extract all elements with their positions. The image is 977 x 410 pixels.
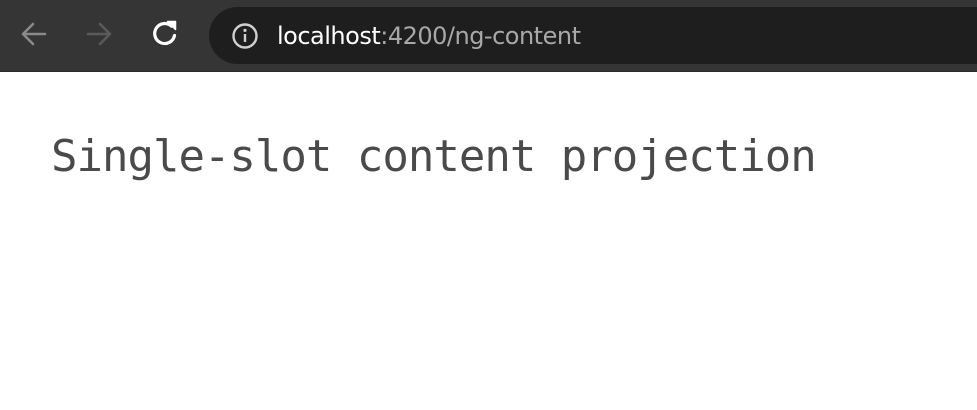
arrow-right-icon	[86, 22, 112, 46]
forward-button[interactable]	[79, 14, 119, 54]
page-heading: Single-slot content projection	[51, 131, 817, 182]
page-content: Single-slot content projection	[0, 72, 977, 410]
address-bar[interactable]: localhost:4200/ng-content	[209, 7, 977, 64]
url-path: :4200/ng-content	[380, 21, 581, 50]
info-circle-icon[interactable]	[230, 21, 260, 51]
url-text[interactable]: localhost:4200/ng-content	[277, 21, 581, 50]
url-host: localhost	[277, 21, 381, 50]
reload-button[interactable]	[145, 14, 185, 54]
back-button[interactable]	[14, 14, 54, 54]
reload-icon	[153, 20, 177, 46]
arrow-left-icon	[21, 22, 47, 46]
browser-toolbar: localhost:4200/ng-content	[0, 0, 977, 72]
